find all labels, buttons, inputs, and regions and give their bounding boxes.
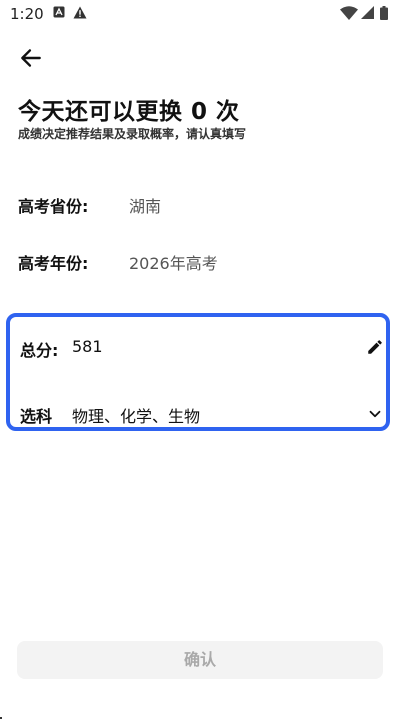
back-button[interactable] [14,44,48,72]
score-label: 总分: [20,341,59,360]
notification-a-icon [53,6,65,18]
score-subjects-card: 总分: 581 选科 物理、化学、生物 [6,313,390,431]
wifi-icon [340,6,358,20]
warning-icon [73,6,87,19]
province-label: 高考省份: [18,197,89,216]
pencil-icon[interactable] [366,338,384,356]
page-title: 今天还可以更换 0 次 [18,99,240,125]
battery-icon [380,6,388,20]
corner-dot-icon [0,717,2,719]
status-bar: 1:20 [0,0,400,28]
subjects-value[interactable]: 物理、化学、生物 [72,403,200,427]
signal-icon [361,6,374,19]
subjects-label: 选科 [20,407,53,426]
year-label: 高考年份: [18,254,89,273]
arrow-left-icon [21,49,41,67]
confirm-button[interactable]: 确认 [17,641,383,679]
score-value[interactable]: 581 [72,337,103,356]
year-value[interactable]: 2026年高考 [129,250,218,274]
chevron-down-icon[interactable] [366,405,384,423]
province-value[interactable]: 湖南 [129,193,161,217]
status-time: 1:20 [10,5,44,23]
page-subtitle: 成绩决定推荐结果及录取概率，请认真填写 [18,127,247,141]
nav-handle [0,706,4,719]
